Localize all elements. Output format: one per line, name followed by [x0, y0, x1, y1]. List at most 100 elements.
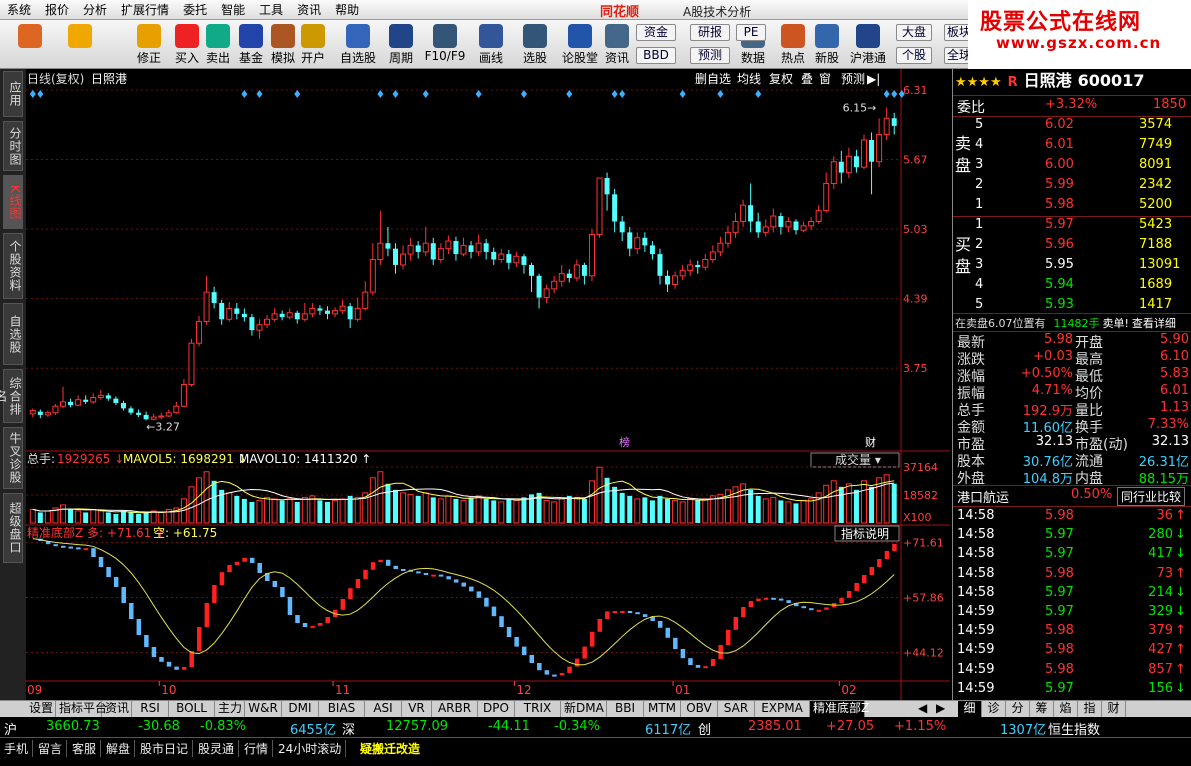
status-item-1[interactable]: 留言 — [38, 740, 68, 757]
indicator-tab-19[interactable]: EXPMA — [755, 701, 810, 717]
order-row[interactable]: 4 5.94 1689 — [953, 277, 1191, 296]
sector-compare-button[interactable]: 同行业比较 — [1117, 487, 1186, 506]
order-price: 5.94 — [1045, 277, 1074, 292]
sidebar-tab-6[interactable]: 牛叉诊股 — [3, 427, 23, 489]
toolbar-button-5[interactable]: 基金 — [235, 22, 267, 68]
indicator-tab-16[interactable]: MTM — [644, 701, 681, 717]
kline-chart-svg[interactable]: 日线(复权) 日照港 删自选 均线 复权叠窗预测 ▶| 6.31 5.67 5.03 4.39 3.… — [24, 69, 985, 700]
status-item-2[interactable]: 客服 — [72, 740, 102, 757]
toolbar-box-1[interactable]: 研报 — [690, 24, 730, 41]
indicator-tab-17[interactable]: OBV — [681, 701, 718, 717]
indicator-tab-3[interactable]: RSI — [132, 701, 169, 717]
indicator-tab-1[interactable]: 指标平台 — [56, 701, 107, 717]
order-row[interactable]: 1 5.97 5423 — [953, 217, 1191, 236]
sector-row: 港口航运 0.50% 同行业比较 — [953, 487, 1191, 506]
toolbar-box-0[interactable]: 资金 — [636, 24, 676, 41]
menu-system[interactable]: 系统 — [0, 1, 38, 18]
menu-smart[interactable]: 智能 — [214, 1, 252, 18]
volume-bar — [573, 496, 580, 524]
quote-tab-6[interactable]: 财 — [1102, 701, 1126, 717]
toolbar-button-18[interactable]: 沪港通 — [848, 22, 888, 68]
order-row[interactable]: 3 5.95 13091 — [953, 257, 1191, 276]
toolbar-button-11[interactable]: 画线 — [472, 22, 510, 68]
toolbar-button-8[interactable]: 自选股 — [336, 22, 380, 68]
indicator-tab-9[interactable]: ASI — [365, 701, 402, 717]
order-row[interactable]: 1 5.98 5200 — [953, 197, 1191, 216]
toolbar-button-10[interactable]: F10/F9 — [424, 22, 466, 68]
status-item-6[interactable]: 行情 — [244, 740, 274, 757]
toolbar-button-14[interactable]: 资讯 — [602, 22, 632, 68]
status-item-0[interactable]: 手机 — [4, 740, 34, 757]
toolbar-button-17[interactable]: 新股 — [812, 22, 842, 68]
indicator-tab-0[interactable]: 设置 — [26, 701, 56, 717]
toolbar-box-2[interactable]: BBD — [636, 47, 676, 64]
toolbar-button-16[interactable]: 热点 — [778, 22, 808, 68]
tab-scroll-left-icon[interactable]: ◀ — [918, 701, 927, 715]
indicator-tab-5[interactable]: 主力 — [215, 701, 245, 717]
menu-tools[interactable]: 工具 — [252, 1, 290, 18]
sidebar-tab-5[interactable]: 综合排名 — [0, 369, 23, 423]
menu-news[interactable]: 资讯 — [290, 1, 328, 18]
order-row[interactable]: 2 5.96 7188 — [953, 237, 1191, 256]
indicator-tab-20[interactable]: 精准底部Z — [810, 701, 869, 717]
indicator-tab-8[interactable]: BIAS — [319, 701, 365, 717]
indicator-tab-2[interactable]: 资讯 — [102, 701, 132, 717]
toolbar-button-9[interactable]: 周期 — [384, 22, 418, 68]
status-item-5[interactable]: 股灵通 — [198, 740, 240, 757]
quote-tab-5[interactable]: 指 — [1078, 701, 1102, 717]
indicator-tab-7[interactable]: DMI — [282, 701, 319, 717]
indicator-tab-11[interactable]: ARBR — [432, 701, 478, 717]
menu-extended[interactable]: 扩展行情 — [114, 1, 176, 18]
status-item-4[interactable]: 股市日记 — [140, 740, 194, 757]
indicator-tab-10[interactable]: VR — [402, 701, 432, 717]
toolbar-box-3[interactable]: 预测 — [690, 47, 730, 64]
sidebar-tab-1[interactable]: 分时图 — [3, 121, 23, 171]
order-row[interactable]: 3 6.00 8091 — [953, 157, 1191, 176]
status-item-7[interactable]: 24小时滚动 — [278, 740, 347, 757]
indicator-tab-15[interactable]: BBI — [607, 701, 644, 717]
candle-body — [60, 401, 67, 407]
order-row[interactable]: 2 5.99 2342 — [953, 177, 1191, 196]
sidebar-tab-3[interactable]: 个股资料 — [3, 233, 23, 299]
toolbar-button-0[interactable] — [10, 22, 50, 68]
quote-tab-1[interactable]: 诊 — [982, 701, 1006, 717]
sidebar-tab-4[interactable]: 自选股 — [3, 303, 23, 365]
toolbar-button-6[interactable]: 模拟 — [268, 22, 298, 68]
quote-tab-0[interactable]: 细 — [958, 701, 982, 717]
toolbar-box-7[interactable]: 个股 — [896, 47, 932, 64]
indicator-tab-18[interactable]: SAR — [718, 701, 755, 717]
menu-analysis[interactable]: 分析 — [76, 1, 114, 18]
quote-tab-2[interactable]: 分 — [1006, 701, 1030, 717]
sidebar-tab-0[interactable]: 应用 — [3, 71, 23, 117]
indicator-tab-14[interactable]: 新DMA — [561, 701, 607, 717]
order-row[interactable]: 5 6.02 3574 — [953, 117, 1191, 136]
indicator-tab-13[interactable]: TRIX — [515, 701, 561, 717]
indicator-tab-12[interactable]: DPO — [478, 701, 515, 717]
toolbar-box-4[interactable]: PE — [736, 24, 766, 41]
toolbar-button-3[interactable]: 买入 — [172, 22, 202, 68]
quote-tab-4[interactable]: 焰 — [1054, 701, 1078, 717]
menu-quote[interactable]: 报价 — [38, 1, 76, 18]
note-detail-link[interactable]: 查看详细 — [1132, 317, 1176, 330]
toolbar-button-7[interactable]: 开户 — [298, 22, 328, 68]
toolbar-button-13[interactable]: 论股堂 — [560, 22, 600, 68]
month-label: 11 — [335, 683, 350, 697]
toolbar-button-12[interactable]: 选股 — [518, 22, 552, 68]
sidebar-tab-2[interactable]: K线图 — [3, 175, 23, 229]
quote-tab-3[interactable]: 筹 — [1030, 701, 1054, 717]
order-row[interactable]: 4 6.01 7749 — [953, 137, 1191, 156]
toolbar-button-4[interactable]: 卖出 — [202, 22, 234, 68]
toolbar-box-5[interactable]: 大盘 — [896, 24, 932, 41]
sidebar-tab-7[interactable]: 超级盘口 — [3, 493, 23, 563]
chart-header-button-4: 窗 — [819, 72, 831, 86]
indicator-tab-4[interactable]: BOLL — [169, 701, 215, 717]
volume-bar — [468, 497, 474, 523]
menu-order[interactable]: 委托 — [176, 1, 214, 18]
indicator-tab-6[interactable]: W&R — [245, 701, 282, 717]
menu-help[interactable]: 帮助 — [328, 1, 366, 18]
status-item-3[interactable]: 解盘 — [106, 740, 136, 757]
tab-scroll-right-icon[interactable]: ▶ — [936, 701, 945, 715]
kline-chart-area[interactable]: 日线(复权) 日照港 删自选 均线 复权叠窗预测 ▶| 6.31 5.67 5.03 4.39 3.… — [24, 69, 985, 700]
toolbar-button-1[interactable] — [62, 22, 98, 68]
toolbar-button-2[interactable]: 修正 — [134, 22, 164, 68]
